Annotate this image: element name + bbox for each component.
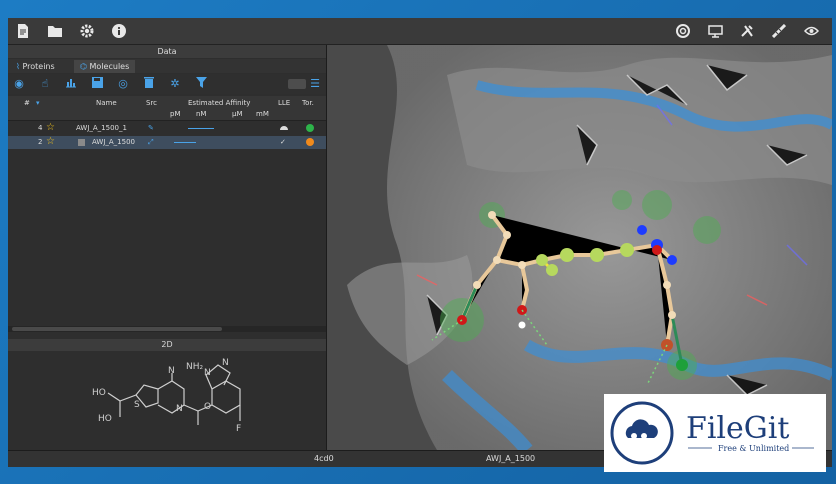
2d-structure-view: HO HO NH₂ N N N N S O F [8,351,326,450]
atom-label: HO [98,414,112,424]
torsion-status-icon [306,124,314,134]
table-row[interactable]: 2 ☆ AWJ_A_1500 ⤢ ✓ [8,136,326,149]
row-num: 4 [38,124,43,132]
affinity-range-bar [174,142,196,143]
data-panel: Data ⌇ Proteins ⌬ Molecules ◉ ☝ ◎ ✲ ☰ # … [8,45,327,450]
molecule-icon: ⌬ [80,62,87,71]
status-ligand: AWJ_A_1500 [486,454,536,463]
status-protein: 4cd0 [314,454,334,463]
tools-icon[interactable] [738,22,756,40]
structure-thumbnail-icon [78,139,85,146]
atom-label: N [176,404,183,414]
col-src[interactable]: Src [146,99,157,107]
atom-label: N [204,368,211,378]
torsion-status-icon [306,138,314,148]
toggle-switch[interactable] [288,79,306,89]
visibility-eye-icon[interactable] [802,22,820,40]
delete-trash-icon[interactable] [142,77,156,91]
edit-source-icon[interactable]: ✎ [148,124,154,132]
2d-molecule-drawing: HO HO NH₂ N N N N S O F [92,358,241,434]
col-tor[interactable]: Tor. [302,99,314,107]
unit-nm: nM [196,110,207,118]
atom-label: NH₂ [186,362,204,372]
table-row[interactable]: 4 ☆ AWJ_A_1500_1 ✎ [8,122,326,135]
atom-label: HO [92,388,106,398]
unit-pm: pM [170,110,181,118]
tab-molecules[interactable]: ⌬ Molecules [74,60,136,73]
star-icon[interactable]: ☆ [46,122,55,133]
col-name[interactable]: Name [96,99,117,107]
info-icon[interactable] [110,22,128,40]
globe-icon[interactable]: ◉ [12,77,26,91]
tab-proteins-label: Proteins [22,62,55,71]
unit-um: µM [232,110,243,118]
row-num: 2 [38,138,43,146]
atom-label: S [134,400,140,410]
horizontal-scrollbar[interactable] [8,326,326,332]
star-icon[interactable]: ☆ [46,136,55,147]
filegit-logo: FileGit Free & Unlimited [604,394,826,472]
settings-gear-icon[interactable] [78,22,96,40]
lle-icon [280,126,288,130]
atom-label: O [204,402,211,412]
help-lifebuoy-icon[interactable] [674,22,692,40]
3d-viewport[interactable] [327,45,832,450]
main-toolbar [8,18,832,45]
2d-panel-title: 2D [8,339,326,351]
col-lle[interactable]: LLE [278,99,290,107]
molecule-table-header: # ▾ Name Src Estimated Affinity LLE Tor.… [8,96,326,121]
protein-icon: ⌇ [16,62,20,71]
filter-icon[interactable] [194,77,208,91]
pointer-hand-icon[interactable]: ☝ [38,77,52,91]
3d-scene [327,45,832,450]
unit-mm: mM [256,110,269,118]
molecule-toolbar: ◉ ☝ ◎ ✲ ☰ [8,74,326,94]
bar-chart-icon[interactable] [64,77,78,91]
link-source-icon[interactable]: ⤢ [148,138,154,147]
scrollbar-thumb[interactable] [12,327,222,331]
filegit-logo-mark: FileGit Free & Unlimited [610,401,814,465]
lle-check-icon: ✓ [280,138,286,146]
logo-name: FileGit [686,411,789,446]
atom-label: F [236,424,241,434]
presentation-icon[interactable] [706,22,724,40]
data-panel-title: Data [8,45,326,58]
list-view-icon[interactable]: ☰ [308,77,322,91]
atom-label: N [168,366,175,376]
col-affinity[interactable]: Estimated Affinity [188,99,250,107]
col-num[interactable]: # [24,99,30,107]
logo-tagline: Free & Unlimited [718,444,789,453]
tab-molecules-label: Molecules [89,62,130,71]
row-name: AWJ_A_1500_1 [76,124,127,132]
measure-icon[interactable] [770,22,788,40]
network-icon[interactable]: ✲ [168,77,182,91]
affinity-range-bar [188,128,214,129]
sort-down-icon[interactable]: ▾ [36,99,40,107]
save-icon[interactable] [90,77,104,91]
view-eye-icon[interactable]: ◎ [116,77,130,91]
new-file-icon[interactable] [14,22,32,40]
atom-label: N [222,358,229,368]
row-name: AWJ_A_1500 [92,138,135,146]
tab-proteins[interactable]: ⌇ Proteins [10,60,61,73]
data-tabs: ⌇ Proteins ⌬ Molecules [8,59,326,73]
open-folder-icon[interactable] [46,22,64,40]
